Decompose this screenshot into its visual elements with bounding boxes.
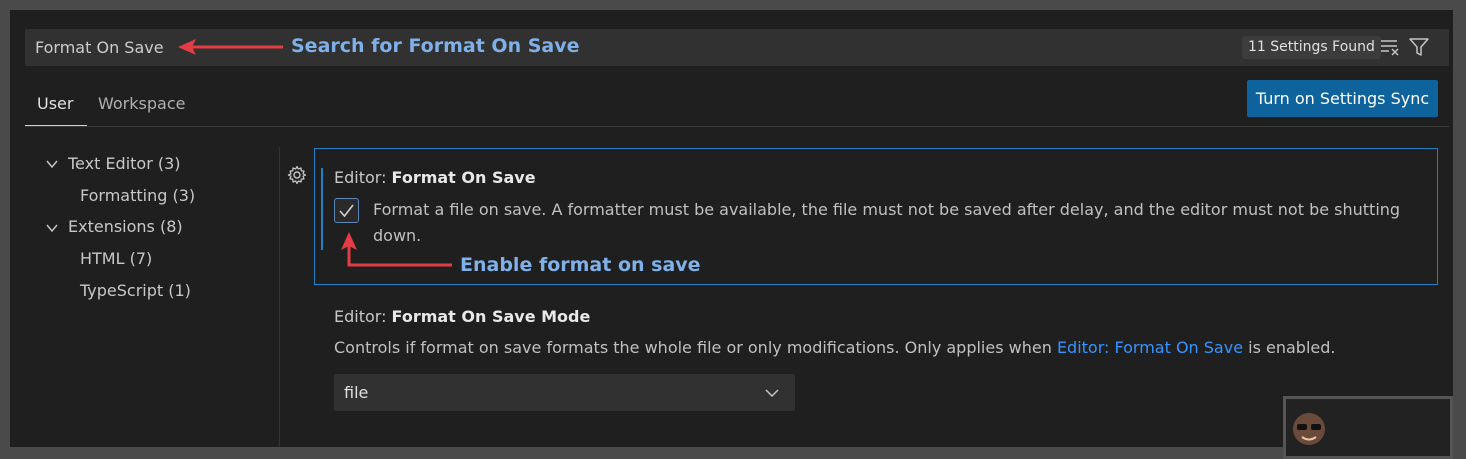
check-icon <box>339 204 354 218</box>
setting-category: Editor: <box>334 168 392 187</box>
toc-item-formatting[interactable]: Formatting (3) <box>80 186 195 205</box>
format-on-save-mode-dropdown[interactable]: file <box>334 374 795 411</box>
watermark-logo <box>1283 396 1453 459</box>
search-input[interactable]: Format On Save <box>35 38 164 57</box>
chevron-down-icon[interactable] <box>45 157 59 171</box>
setting-description-text: is enabled. <box>1243 338 1336 357</box>
format-on-save-checkbox[interactable] <box>334 198 359 223</box>
chevron-down-icon[interactable] <box>45 221 59 235</box>
toc-item-typescript[interactable]: TypeScript (1) <box>80 281 191 300</box>
setting-description-text: Controls if format on save formats the w… <box>334 338 1057 357</box>
toc-divider <box>279 147 280 447</box>
tabs-divider <box>25 126 1449 127</box>
mascot-icon <box>1293 413 1325 445</box>
settings-search-bar[interactable]: Format On Save 11 Settings Found <box>25 29 1449 66</box>
setting-name: Format On Save <box>391 168 536 187</box>
setting-focus-accent <box>321 168 323 250</box>
setting-link[interactable]: Editor: Format On Save <box>1057 338 1243 357</box>
gear-icon[interactable] <box>287 165 307 185</box>
settings-window: Format On Save 11 Settings Found User Wo… <box>10 10 1453 447</box>
toc-item-html[interactable]: HTML (7) <box>80 249 152 268</box>
settings-found-badge: 11 Settings Found <box>1242 36 1381 59</box>
tab-workspace[interactable]: Workspace <box>98 94 185 113</box>
toc-item-text-editor[interactable]: Text Editor (3) <box>68 154 181 173</box>
annotation-enable-hint: Enable format on save <box>460 254 701 276</box>
filter-icon[interactable] <box>1408 37 1430 57</box>
setting-title-format-on-save-mode: Editor: Format On Save Mode <box>334 307 590 326</box>
setting-name: Format On Save Mode <box>391 307 591 326</box>
tab-user[interactable]: User <box>37 94 73 113</box>
setting-description-line: down. <box>373 226 422 245</box>
setting-title-format-on-save: Editor: Format On Save <box>334 168 536 187</box>
annotation-search-hint: Search for Format On Save <box>291 35 580 57</box>
setting-description: Controls if format on save formats the w… <box>334 335 1335 361</box>
turn-on-settings-sync-button[interactable]: Turn on Settings Sync <box>1247 80 1438 117</box>
clear-filter-icon[interactable] <box>1380 38 1400 56</box>
active-tab-indicator <box>25 125 87 126</box>
setting-description-line: Format a file on save. A formatter must … <box>373 200 1401 219</box>
setting-description: Format a file on save. A formatter must … <box>373 197 1433 249</box>
setting-category: Editor: <box>334 307 392 326</box>
dropdown-value: file <box>344 383 369 402</box>
toc-item-extensions[interactable]: Extensions (8) <box>68 217 183 236</box>
chevron-down-icon <box>765 389 779 398</box>
